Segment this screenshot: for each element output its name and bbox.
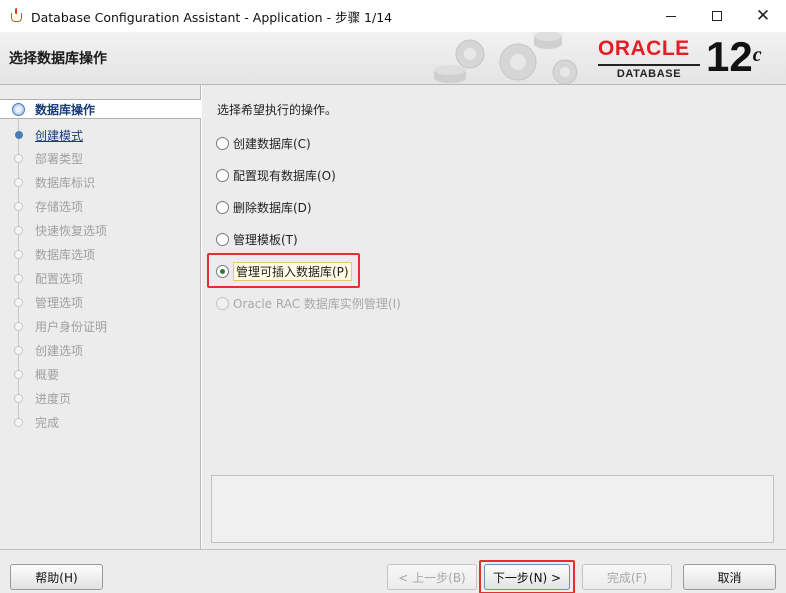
- close-button[interactable]: ✕: [740, 0, 786, 32]
- radio-button[interactable]: [216, 168, 229, 182]
- nav-step-label: 用户身份证明: [35, 319, 108, 334]
- java-app-icon: [9, 8, 25, 24]
- option-label: Oracle RAC 数据库实例管理(I): [233, 296, 401, 311]
- step-dot-icon: [14, 201, 23, 211]
- option-configure-database[interactable]: 配置现有数据库(O): [216, 165, 336, 185]
- cancel-button[interactable]: 取消: [683, 564, 776, 590]
- title-bar: Database Configuration Assistant - Appli…: [0, 0, 786, 32]
- option-label: 配置现有数据库(O): [233, 168, 336, 183]
- minimize-button[interactable]: [648, 0, 694, 32]
- step-dot-icon: [14, 153, 23, 163]
- finish-button: 完成(F): [582, 564, 672, 590]
- step-dot-icon: [14, 249, 23, 259]
- step-dot-icon: [14, 297, 23, 307]
- header-banner: 选择数据库操作 ORACLE DATABASE 12c: [0, 32, 786, 85]
- description-panel: [211, 475, 774, 543]
- radio-button-disabled: [216, 296, 229, 310]
- radio-button[interactable]: [216, 200, 229, 214]
- step-dot-icon: [14, 177, 23, 187]
- nav-step-deployment-type: 部署类型: [0, 148, 201, 168]
- nav-step-configuration-options: 配置选项: [0, 268, 201, 288]
- window-controls: ✕: [648, 0, 786, 32]
- help-button[interactable]: 帮助(H): [10, 564, 103, 590]
- option-rac-instance-management: Oracle RAC 数据库实例管理(I): [216, 293, 401, 313]
- nav-step-label: 数据库操作: [35, 102, 96, 117]
- nav-step-label: 进度页: [35, 391, 72, 406]
- nav-step-label: 数据库标识: [35, 175, 96, 190]
- option-label: 管理模板(T): [233, 232, 298, 247]
- nav-step-label: 概要: [35, 367, 60, 382]
- step-dot-icon: [15, 131, 23, 139]
- step-current-icon: [12, 102, 25, 116]
- nav-step-management-options: 管理选项: [0, 292, 201, 312]
- window-title: Database Configuration Assistant - Appli…: [31, 9, 393, 25]
- step-dot-icon: [14, 417, 23, 427]
- close-icon: ✕: [755, 5, 771, 26]
- minimize-icon: [666, 15, 676, 17]
- next-button[interactable]: 下一步(N) >: [484, 564, 570, 590]
- nav-step-label: 部署类型: [35, 151, 84, 166]
- nav-step-label: 快速恢复选项: [35, 223, 108, 238]
- operation-prompt: 选择希望执行的操作。: [217, 103, 338, 117]
- step-dot-icon: [14, 393, 23, 403]
- step-dot-icon: [14, 321, 23, 331]
- radio-button[interactable]: [216, 136, 229, 150]
- nav-step-label: 数据库选项: [35, 247, 96, 262]
- step-dot-icon: [14, 225, 23, 235]
- maximize-icon: [712, 11, 722, 21]
- nav-step-finish: 完成: [0, 412, 201, 432]
- oracle-version: 12c: [706, 32, 762, 82]
- nav-step-label: 创建选项: [35, 343, 84, 358]
- oracle-logo: ORACLE DATABASE: [598, 38, 700, 80]
- step-dot-icon: [14, 345, 23, 355]
- nav-step-database-identification: 数据库标识: [0, 172, 201, 192]
- option-label: 删除数据库(D): [233, 200, 312, 215]
- nav-step-label: 完成: [35, 415, 60, 430]
- nav-step-label: 管理选项: [35, 295, 84, 310]
- radio-button[interactable]: [216, 232, 229, 246]
- main-panel: 选择希望执行的操作。 创建数据库(C) 配置现有数据库(O) 删除数据库(D) …: [202, 85, 786, 549]
- option-create-database[interactable]: 创建数据库(C): [216, 133, 311, 153]
- nav-step-label: 存储选项: [35, 199, 84, 214]
- nav-step-label: 配置选项: [35, 271, 84, 286]
- nav-step-user-credentials: 用户身份证明: [0, 316, 201, 336]
- step-dot-icon: [14, 273, 23, 283]
- option-manage-templates[interactable]: 管理模板(T): [216, 229, 298, 249]
- oracle-database-label: DATABASE: [598, 64, 700, 80]
- option-label: 创建数据库(C): [233, 136, 311, 151]
- nav-step-creation-options: 创建选项: [0, 340, 201, 360]
- nav-step-database-options: 数据库选项: [0, 244, 201, 264]
- nav-step-label: 创建模式: [35, 128, 84, 143]
- maximize-button[interactable]: [694, 0, 740, 32]
- version-number: 12: [706, 33, 753, 80]
- steps-navigation: 数据库操作 创建模式 部署类型 数据库标识 存储选项 快速恢复选项 数据库选项 …: [0, 85, 201, 549]
- page-title: 选择数据库操作: [9, 51, 107, 67]
- nav-step-fast-recovery: 快速恢复选项: [0, 220, 201, 240]
- option-delete-database[interactable]: 删除数据库(D): [216, 197, 312, 217]
- nav-step-database-operation[interactable]: 数据库操作: [0, 99, 201, 119]
- nav-step-storage-options: 存储选项: [0, 196, 201, 216]
- selection-highlight: [207, 253, 360, 288]
- button-bar: 帮助(H) < 上一步(B) 下一步(N) > 完成(F) 取消: [0, 549, 786, 593]
- gears-database-icon: [434, 32, 578, 85]
- version-suffix: c: [752, 44, 762, 66]
- oracle-word: ORACLE: [598, 37, 690, 60]
- step-dot-icon: [14, 369, 23, 379]
- nav-step-creation-mode[interactable]: 创建模式: [0, 125, 201, 145]
- nav-step-progress: 进度页: [0, 388, 201, 408]
- nav-step-summary: 概要: [0, 364, 201, 384]
- back-button: < 上一步(B): [387, 564, 477, 590]
